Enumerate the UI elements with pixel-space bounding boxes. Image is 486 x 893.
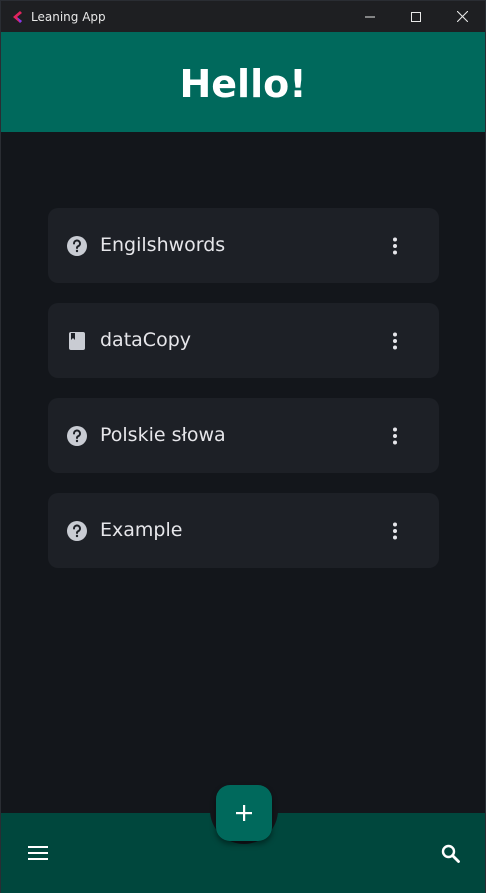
book-icon: [66, 330, 88, 352]
page-title: Hello!: [179, 62, 307, 106]
more-options-icon[interactable]: [382, 423, 408, 449]
search-button[interactable]: [430, 833, 470, 873]
more-options-icon[interactable]: [382, 233, 408, 259]
list-item[interactable]: Polskie słowa: [48, 398, 439, 473]
app-header: Hello!: [1, 32, 485, 132]
minimize-button[interactable]: [347, 1, 393, 32]
add-button[interactable]: [216, 785, 272, 841]
list-item-label: Polskie słowa: [100, 424, 226, 446]
app-logo-icon: [10, 10, 24, 24]
list-item[interactable]: dataCopy: [48, 303, 439, 378]
item-list: Engilshwords dataCopy Polskie słowa Exam…: [48, 208, 439, 588]
menu-button[interactable]: [18, 833, 58, 873]
close-button[interactable]: [439, 1, 485, 32]
window-controls: [347, 1, 485, 32]
maximize-button[interactable]: [393, 1, 439, 32]
more-options-icon[interactable]: [382, 328, 408, 354]
plus-icon: [236, 805, 252, 821]
title-bar[interactable]: Leaning App: [1, 1, 485, 32]
more-options-icon[interactable]: [382, 518, 408, 544]
help-circle-icon: [66, 520, 88, 542]
app-window: Leaning App Hello! Engilshwords dataCopy…: [0, 0, 486, 893]
search-icon: [441, 844, 460, 863]
list-item[interactable]: Engilshwords: [48, 208, 439, 283]
list-item-label: Example: [100, 519, 183, 541]
list-item-label: Engilshwords: [100, 234, 226, 256]
help-circle-icon: [66, 425, 88, 447]
list-item-label: dataCopy: [100, 329, 191, 351]
minimize-icon: [365, 16, 375, 17]
window-title: Leaning App: [31, 9, 106, 24]
menu-icon: [28, 846, 48, 860]
list-item[interactable]: Example: [48, 493, 439, 568]
maximize-icon: [411, 11, 421, 22]
close-icon: [456, 11, 468, 22]
help-circle-icon: [66, 235, 88, 257]
